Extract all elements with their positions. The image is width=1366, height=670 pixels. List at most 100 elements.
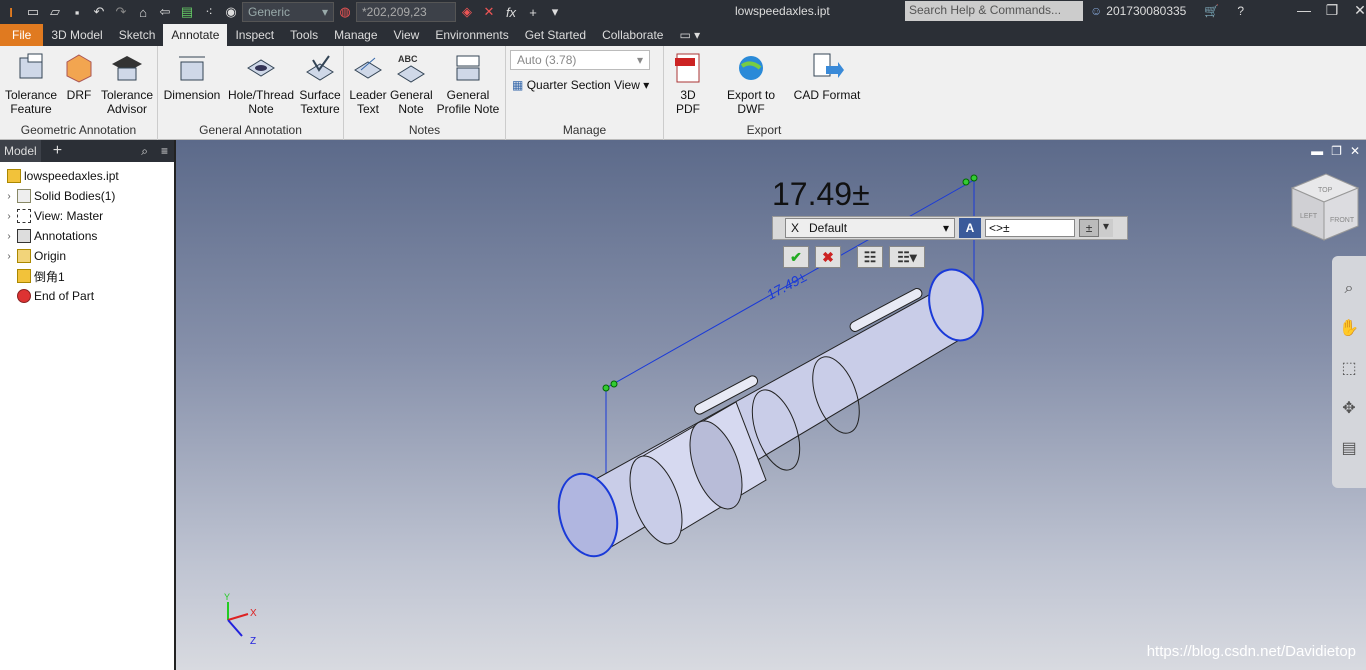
dwf-globe-icon <box>712 50 790 86</box>
dimension-value-input[interactable]: <>± <box>985 219 1075 237</box>
close-icon[interactable]: ✕ <box>1346 2 1366 19</box>
tree-item-solid-bodies[interactable]: › Solid Bodies(1) <box>0 186 174 206</box>
tab-file[interactable]: File <box>0 24 44 46</box>
color-override-combo[interactable]: *202,209,23 <box>356 2 456 22</box>
update-icon[interactable]: ▤ <box>176 1 198 23</box>
zoom-icon[interactable]: ⌕ <box>1345 280 1354 298</box>
look-at-icon[interactable]: ▤ <box>1341 438 1356 458</box>
tab-view[interactable]: View <box>386 24 428 46</box>
format-list-icon[interactable]: ☷ <box>857 246 883 268</box>
ok-check-icon[interactable]: ✔ <box>783 246 809 268</box>
window-title: lowspeedaxles.ipt <box>735 4 830 18</box>
adjust-icon[interactable]: ◈ <box>456 1 478 23</box>
appearance-sphere-icon[interactable]: ◉ <box>220 1 242 23</box>
inventor-logo-icon[interactable]: I <box>0 1 22 23</box>
surface-texture-button[interactable]: Surface Texture <box>298 50 342 116</box>
dimension-button[interactable]: Dimension <box>162 50 222 102</box>
tab-environments[interactable]: Environments <box>427 24 516 46</box>
dimension-edit-text: 17.49± <box>772 176 870 212</box>
add-browser-tab-icon[interactable]: + <box>53 142 62 160</box>
hole-thread-note-button[interactable]: Hole/Thread Note <box>224 50 298 116</box>
window-controls: — ❐ ✕ <box>1290 2 1366 19</box>
tab-get-started[interactable]: Get Started <box>517 24 594 46</box>
new-file-icon[interactable]: ▭ <box>22 1 44 23</box>
folder-icon <box>17 249 31 263</box>
tolerance-advisor-button[interactable]: Tolerance Advisor <box>100 50 154 116</box>
search-icon[interactable]: ⌕ <box>141 144 148 159</box>
tree-item-end-of-part[interactable]: End of Part <box>0 286 174 306</box>
general-profile-note-button[interactable]: General Profile Note <box>434 50 502 116</box>
annotations-icon <box>17 229 31 243</box>
home-icon[interactable]: ⌂ <box>132 1 154 23</box>
orbit-icon[interactable]: ✥ <box>1342 398 1355 418</box>
tab-3d-model[interactable]: 3D Model <box>43 24 110 46</box>
minimize-icon[interactable]: — <box>1290 2 1318 19</box>
ribbon: Tolerance Feature DRF Tolerance Advisor … <box>0 46 1366 140</box>
graphics-viewport[interactable]: ▬ ❐ ✕ 17.49± LEFT FRONT TOP Y X Z 17.49±… <box>176 140 1366 670</box>
tolerance-dropdown-icon[interactable]: ▾ <box>1099 219 1113 237</box>
help-search-input[interactable]: Search Help & Commands... <box>905 1 1083 21</box>
tab-annotate[interactable]: Annotate <box>163 24 228 46</box>
pan-icon[interactable]: ✋ <box>1339 318 1359 338</box>
expand-icon[interactable]: › <box>4 251 14 262</box>
tab-tools[interactable]: Tools <box>282 24 326 46</box>
restore-icon[interactable]: ❐ <box>1318 2 1346 19</box>
tab-manage[interactable]: Manage <box>326 24 385 46</box>
expand-icon[interactable]: › <box>4 211 14 222</box>
svg-text:Z: Z <box>250 636 256 647</box>
cancel-x-icon[interactable]: ✖ <box>815 246 841 268</box>
tolerance-feature-button[interactable]: Tolerance Feature <box>4 50 58 116</box>
open-file-icon[interactable]: ▱ <box>44 1 66 23</box>
dimension-style-dropdown[interactable]: X Default ▾ <box>785 218 955 238</box>
user-account[interactable]: ☺ 201730080335 🛒? <box>1090 4 1244 18</box>
help-icon[interactable]: ? <box>1237 4 1244 18</box>
tab-collaborate[interactable]: Collaborate <box>594 24 671 46</box>
viewcube[interactable]: LEFT FRONT TOP <box>1290 173 1360 241</box>
cart-icon[interactable]: 🛒 <box>1204 4 1219 18</box>
tree-item-chamfer[interactable]: 倒角1 <box>0 266 174 286</box>
customize-icon[interactable]: ▾ <box>544 1 566 23</box>
quarter-section-view-button[interactable]: ▦ Quarter Section View ▾ <box>512 78 649 92</box>
cad-format-icon <box>792 50 862 86</box>
tolerance-icon[interactable]: ± <box>1079 219 1099 237</box>
drf-button[interactable]: DRF <box>64 50 94 102</box>
view-icon <box>17 209 31 223</box>
panel-general-annotation: Dimension Hole/Thread Note Surface Textu… <box>158 46 344 140</box>
expand-icon[interactable]: › <box>4 231 14 242</box>
tab-overflow-icon[interactable]: ▭ ▾ <box>671 24 708 46</box>
text-format-icon[interactable]: A <box>959 218 981 238</box>
tree-item-part[interactable]: lowspeedaxles.ipt <box>0 166 174 186</box>
fx-icon[interactable]: fx <box>500 1 522 23</box>
menu-icon[interactable]: ≡ <box>161 144 168 158</box>
options-dropdown-icon[interactable]: ☷▾ <box>889 246 925 268</box>
svg-text:TOP: TOP <box>1318 187 1333 194</box>
clear-icon[interactable]: ✕ <box>478 1 500 23</box>
plus-icon[interactable]: + <box>522 1 544 23</box>
material-combo[interactable]: Generic ▾ <box>242 2 334 22</box>
zoom-window-icon[interactable]: ⬚ <box>1341 358 1356 378</box>
tab-model[interactable]: Model <box>0 140 41 162</box>
return-icon[interactable]: ⇦ <box>154 1 176 23</box>
tab-inspect[interactable]: Inspect <box>227 24 282 46</box>
scale-combo[interactable]: Auto (3.78) ▾ <box>510 50 650 70</box>
expand-icon[interactable]: › <box>4 191 14 202</box>
tree-item-annotations[interactable]: › Annotations <box>0 226 174 246</box>
export-dwf-button[interactable]: Export to DWF <box>712 50 790 116</box>
svg-text:ABC: ABC <box>398 54 418 64</box>
axis-triad: Y X Z <box>224 592 257 647</box>
select-icon[interactable]: ⁖ <box>198 1 220 23</box>
panel-label: Export <box>746 123 782 137</box>
undo-icon[interactable]: ↶ <box>88 1 110 23</box>
save-icon[interactable]: ▪ <box>66 1 88 23</box>
svg-text:FRONT: FRONT <box>1330 217 1355 224</box>
3d-pdf-button[interactable]: 3D PDF <box>668 50 708 116</box>
cad-format-button[interactable]: CAD Format <box>792 50 862 102</box>
tree-item-view-master[interactable]: › View: Master <box>0 206 174 226</box>
leader-text-button[interactable]: Leader Text <box>348 50 388 116</box>
appearance-icon[interactable]: ◍ <box>334 1 356 23</box>
tab-sketch[interactable]: Sketch <box>111 24 164 46</box>
redo-icon[interactable]: ↷ <box>110 1 132 23</box>
general-note-button[interactable]: ABC General Note <box>390 50 433 116</box>
tree-item-origin[interactable]: › Origin <box>0 246 174 266</box>
panel-label: Geometric Annotation <box>20 123 137 137</box>
